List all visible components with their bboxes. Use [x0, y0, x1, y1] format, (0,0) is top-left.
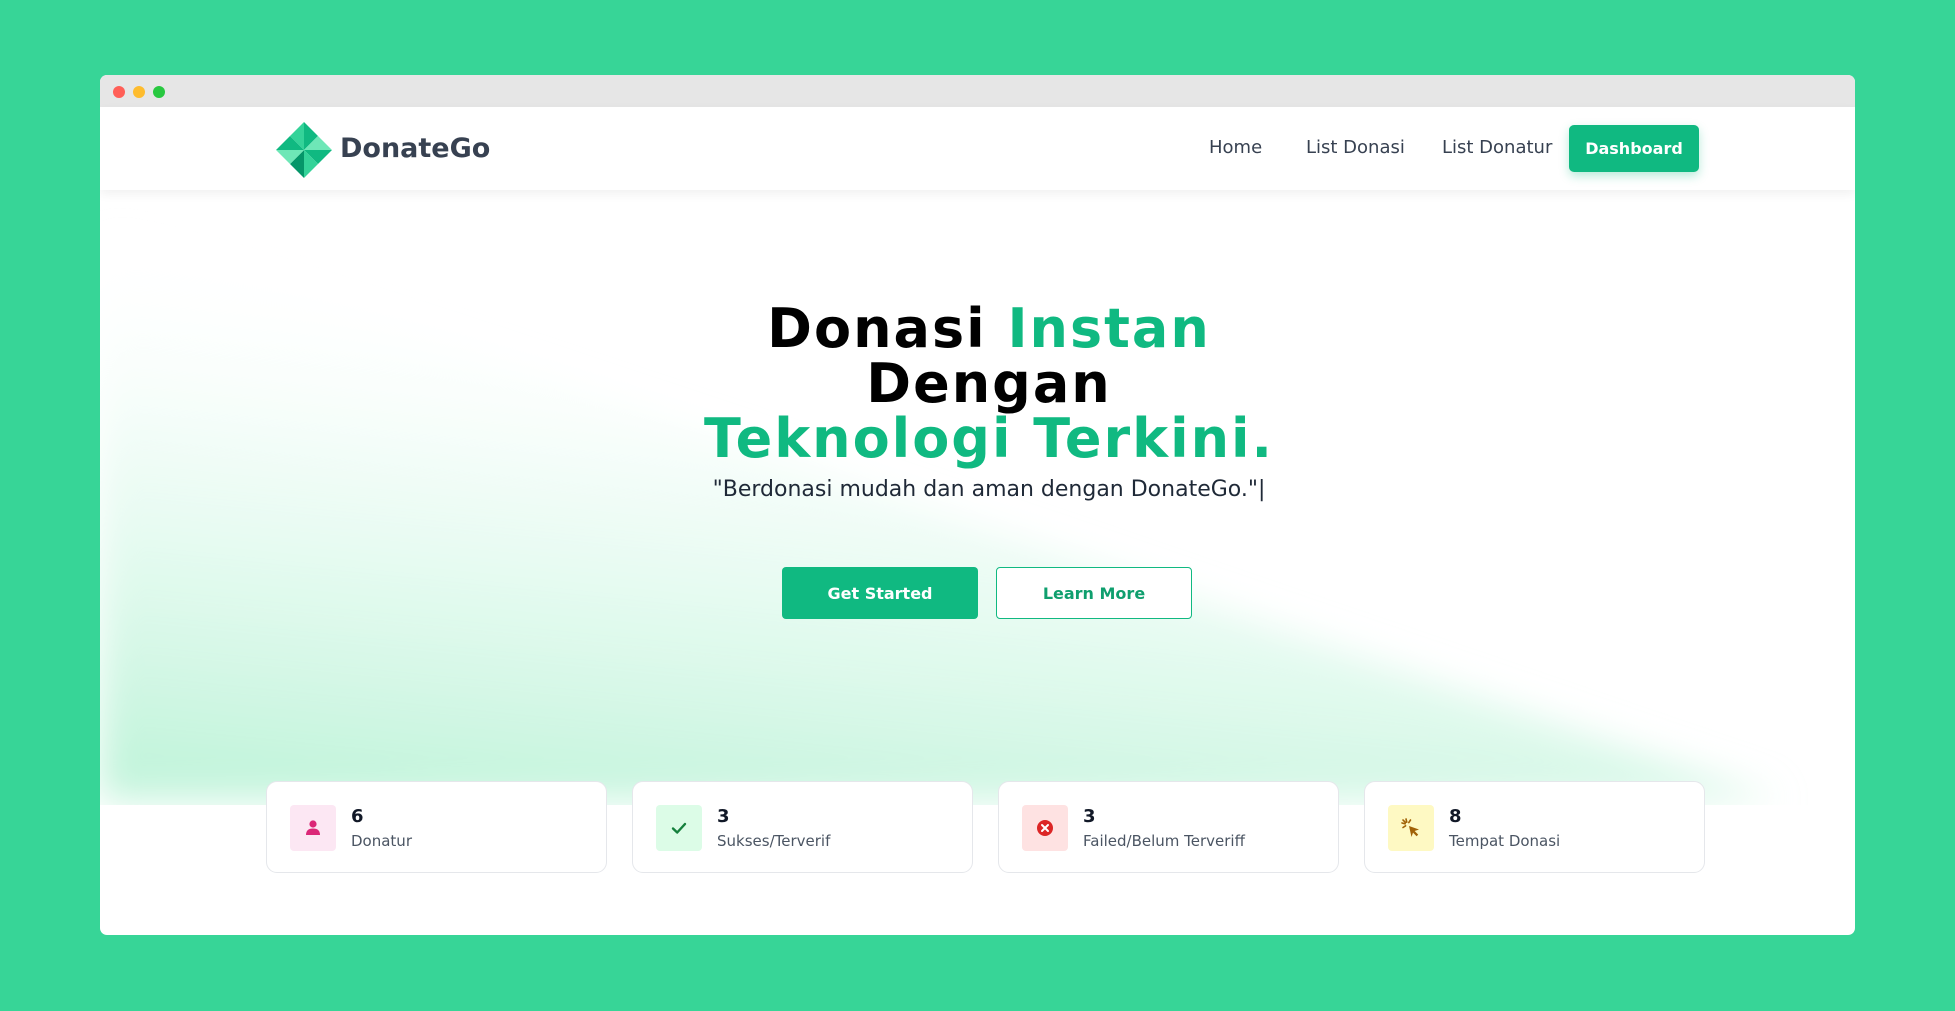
navbar: DonateGo Home List Donasi List Donatur D…: [100, 107, 1855, 190]
stat-card-tempat-donasi: 8 Tempat Donasi: [1364, 781, 1705, 873]
nav-link-list-donasi[interactable]: List Donasi: [1306, 137, 1405, 158]
window-titlebar: [100, 75, 1855, 107]
stat-value: 8: [1449, 806, 1462, 827]
nav-link-home[interactable]: Home: [1209, 137, 1262, 158]
hero-subtitle: "Berdonasi mudah dan aman dengan DonateG…: [712, 477, 1266, 502]
learn-more-button[interactable]: Learn More: [996, 567, 1192, 619]
stat-value: 3: [1083, 806, 1096, 827]
cursor-click-icon: [1388, 805, 1434, 851]
maximize-window-button[interactable]: [153, 86, 165, 98]
stat-card-sukses: 3 Sukses/Terverif: [632, 781, 973, 873]
stat-value: 6: [351, 806, 364, 827]
hero-title: Donasi Instan Dengan Teknologi Terkini.: [100, 301, 1855, 466]
x-circle-icon: [1022, 805, 1068, 851]
dashboard-button[interactable]: Dashboard: [1569, 125, 1699, 172]
stat-label: Tempat Donasi: [1449, 832, 1561, 850]
stat-label: Donatur: [351, 832, 412, 850]
nav-link-list-donatur[interactable]: List Donatur: [1442, 137, 1552, 158]
pinwheel-logo-icon[interactable]: [275, 121, 333, 179]
stat-card-donatur: 6 Donatur: [266, 781, 607, 873]
hero-title-part1: Donasi: [767, 297, 1008, 360]
hero-title-highlight-2: Teknologi Terkini.: [703, 407, 1275, 470]
hero-title-highlight: Instan: [1007, 297, 1211, 360]
minimize-window-button[interactable]: [133, 86, 145, 98]
close-window-button[interactable]: [113, 86, 125, 98]
user-icon: [290, 805, 336, 851]
browser-window: DonateGo Home List Donasi List Donatur D…: [100, 75, 1855, 935]
stat-value: 3: [717, 806, 730, 827]
brand-name[interactable]: DonateGo: [340, 133, 490, 164]
get-started-button[interactable]: Get Started: [782, 567, 978, 619]
stat-label: Failed/Belum Terveriff: [1083, 832, 1245, 850]
hero-section: Donasi Instan Dengan Teknologi Terkini. …: [100, 190, 1855, 805]
stat-card-failed: 3 Failed/Belum Terveriff: [998, 781, 1339, 873]
check-icon: [656, 805, 702, 851]
hero-title-part3: Dengan: [866, 352, 1112, 415]
stat-label: Sukses/Terverif: [717, 832, 831, 850]
